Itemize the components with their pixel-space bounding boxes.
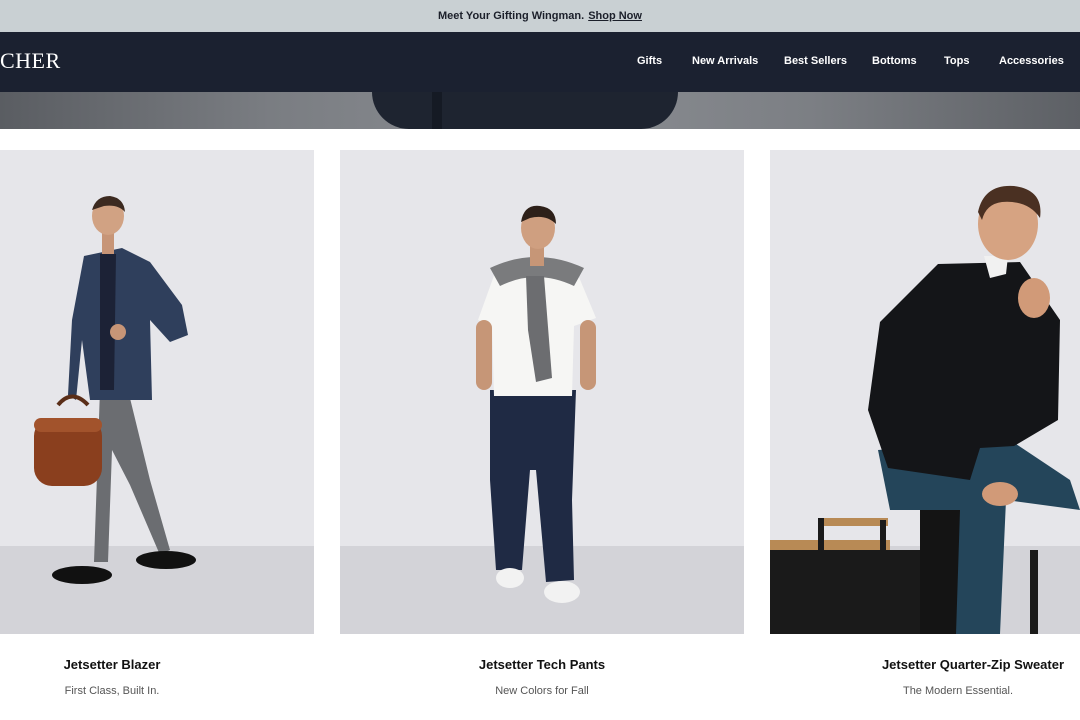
product-name-tech-pants[interactable]: Jetsetter Tech Pants bbox=[340, 657, 744, 672]
announcement-bar: Meet Your Gifting Wingman. Shop Now bbox=[0, 0, 1080, 32]
site-header: CHER Gifts New Arrivals Best Sellers Bot… bbox=[0, 32, 1080, 92]
brand-logo[interactable]: CHER bbox=[0, 48, 61, 74]
product-image-blazer[interactable] bbox=[0, 150, 314, 634]
product-name-quarter-zip-sweater[interactable]: Jetsetter Quarter-Zip Sweater bbox=[866, 657, 1080, 672]
announcement-text: Meet Your Gifting Wingman. bbox=[438, 10, 585, 22]
shop-now-link[interactable]: Shop Now bbox=[588, 10, 642, 22]
hero-figure bbox=[372, 92, 678, 129]
nav-accessories[interactable]: Accessories bbox=[999, 55, 1064, 67]
nav-new-arrivals[interactable]: New Arrivals bbox=[692, 55, 758, 67]
nav-best-sellers[interactable]: Best Sellers bbox=[784, 55, 847, 67]
product-subtitle-tech-pants: New Colors for Fall bbox=[495, 685, 589, 697]
product-image-quarter-zip-sweater[interactable] bbox=[770, 150, 1080, 634]
product-image-tech-pants[interactable] bbox=[340, 150, 744, 634]
product-subtitle-blazer: First Class, Built In. bbox=[64, 685, 160, 697]
hero-image[interactable] bbox=[0, 92, 1080, 129]
nav-gifts[interactable]: Gifts bbox=[637, 55, 662, 67]
product-name-blazer[interactable]: Jetsetter Blazer bbox=[0, 657, 224, 672]
nav-tops[interactable]: Tops bbox=[944, 55, 969, 67]
product-subtitle-quarter-zip-sweater: The Modern Essential. bbox=[902, 685, 1014, 697]
nav-bottoms[interactable]: Bottoms bbox=[872, 55, 917, 67]
